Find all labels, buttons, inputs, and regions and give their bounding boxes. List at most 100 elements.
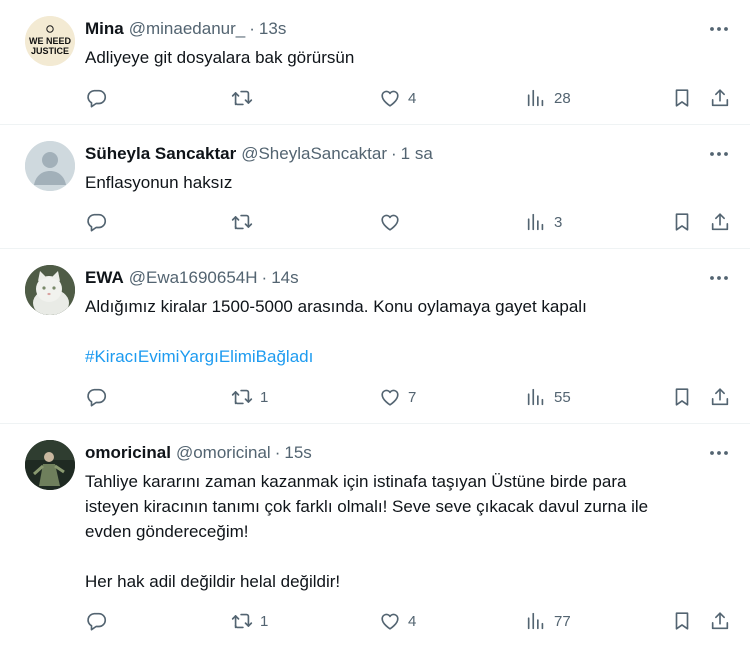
share-icon	[709, 610, 731, 632]
more-icon[interactable]	[708, 17, 730, 41]
reply-icon	[86, 386, 108, 408]
reply-icon	[86, 610, 108, 632]
views-icon	[525, 610, 547, 632]
display-name[interactable]: Mina	[85, 19, 124, 39]
more-icon[interactable]	[708, 142, 730, 166]
action-bar: 3	[0, 207, 750, 237]
reply-button[interactable]	[86, 207, 108, 237]
bookmark-icon	[671, 610, 693, 632]
like-button[interactable]: 4	[379, 83, 416, 113]
more-icon[interactable]	[708, 441, 730, 465]
views-icon	[525, 386, 547, 408]
tweet-text: Enflasyonun haksız	[85, 170, 730, 195]
tweet-text-spacer	[85, 319, 730, 344]
timestamp[interactable]: 1 sa	[401, 144, 433, 164]
tweet-text-line	[85, 544, 730, 569]
view-count: 3	[554, 213, 563, 231]
bookmark-button[interactable]	[671, 207, 693, 237]
like-button[interactable]: 7	[379, 382, 416, 412]
retweet-button[interactable]: 1	[231, 606, 268, 636]
avatar-justice-image: WE NEED JUSTICE	[25, 16, 75, 66]
views-button[interactable]: 77	[525, 606, 571, 636]
bookmark-button[interactable]	[671, 83, 693, 113]
display-name[interactable]: EWA	[85, 268, 124, 288]
tweet-header: Süheyla Sancaktar @SheylaSancaktar · 1 s…	[85, 142, 433, 166]
tweet[interactable]: omoricinal @omoricinal · 15s Tahliye kar…	[0, 424, 750, 649]
avatar[interactable]: WE NEED JUSTICE	[25, 16, 75, 66]
tweet[interactable]: WE NEED JUSTICE Mina @minaedanur_ · 13s …	[0, 0, 750, 125]
tweet[interactable]: Süheyla Sancaktar @SheylaSancaktar · 1 s…	[0, 125, 750, 249]
reply-button[interactable]	[86, 83, 108, 113]
avatar[interactable]	[25, 265, 75, 315]
avatar[interactable]	[25, 141, 75, 191]
retweet-button[interactable]	[231, 83, 260, 113]
views-icon	[525, 87, 547, 109]
reply-icon	[86, 87, 108, 109]
tweet-text-line: Aldığımız kiralar 1500-5000 arasında. Ko…	[85, 297, 587, 316]
action-bar: 1 7 55	[0, 382, 750, 412]
tweet-text-line: isteyen kiracının tanımı çok farklı olma…	[85, 497, 649, 516]
retweet-count: 1	[260, 388, 269, 406]
tweet-text: Aldığımız kiralar 1500-5000 arasında. Ko…	[85, 294, 730, 369]
retweet-button[interactable]	[231, 207, 260, 237]
svg-text:WE NEED: WE NEED	[29, 36, 72, 46]
retweet-icon	[231, 610, 253, 632]
bookmark-button[interactable]	[671, 382, 693, 412]
retweet-count: 1	[260, 612, 269, 630]
share-button[interactable]	[709, 606, 731, 636]
like-icon	[379, 211, 401, 233]
action-bar: 1 4 77	[0, 606, 750, 636]
tweet-text-line: Adliyeye git dosyalara bak görürsün	[85, 48, 355, 67]
user-handle[interactable]: @SheylaSancaktar	[241, 144, 387, 164]
share-button[interactable]	[709, 382, 731, 412]
retweet-icon	[231, 386, 253, 408]
tweet-text: Tahliye kararını zaman kazanmak için ist…	[85, 469, 730, 594]
avatar-photo-image	[25, 440, 75, 490]
bookmark-icon	[671, 87, 693, 109]
reply-button[interactable]	[86, 382, 108, 412]
tweet[interactable]: EWA @Ewa1690654H · 14s Aldığımız kiralar…	[0, 249, 750, 424]
tweet-text-line: Enflasyonun haksız	[85, 173, 233, 192]
bookmark-button[interactable]	[671, 606, 693, 636]
like-icon	[379, 386, 401, 408]
avatar[interactable]	[25, 440, 75, 490]
tweet-text-line: Tahliye kararını zaman kazanmak için ist…	[85, 472, 627, 491]
views-button[interactable]: 3	[525, 207, 562, 237]
separator-dot: ·	[261, 268, 268, 287]
like-icon	[379, 610, 401, 632]
tweet-text-line: Her hak adil değildir helal değildir!	[85, 572, 341, 591]
tweet-text-line: evden göndereceğim!	[85, 522, 249, 541]
share-button[interactable]	[709, 83, 731, 113]
views-button[interactable]: 55	[525, 382, 571, 412]
separator-dot: ·	[274, 443, 281, 462]
like-button[interactable]: 4	[379, 606, 416, 636]
view-count: 55	[554, 388, 571, 406]
like-count: 4	[408, 89, 417, 107]
user-handle[interactable]: @minaedanur_	[129, 19, 246, 39]
reply-icon	[86, 211, 108, 233]
timestamp[interactable]: 14s	[271, 268, 298, 288]
timestamp[interactable]: 13s	[259, 19, 286, 39]
share-icon	[709, 211, 731, 233]
like-count: 7	[408, 388, 417, 406]
tweet-header: EWA @Ewa1690654H · 14s	[85, 266, 299, 290]
views-button[interactable]: 28	[525, 83, 571, 113]
share-button[interactable]	[709, 207, 731, 237]
more-icon[interactable]	[708, 266, 730, 290]
like-button[interactable]	[379, 207, 408, 237]
tweet-header: omoricinal @omoricinal · 15s	[85, 441, 312, 465]
timestamp[interactable]: 15s	[284, 443, 311, 463]
hashtag-link[interactable]: #KiracıEvimiYargıElimiBağladı	[85, 344, 730, 369]
share-icon	[709, 386, 731, 408]
reply-button[interactable]	[86, 606, 108, 636]
bookmark-icon	[671, 386, 693, 408]
separator-dot: ·	[249, 19, 255, 38]
action-bar: 4 28	[0, 83, 750, 113]
user-handle[interactable]: @Ewa1690654H	[129, 268, 258, 288]
user-handle[interactable]: @omoricinal	[176, 443, 271, 463]
avatar-cat-image	[25, 265, 75, 315]
like-icon	[379, 87, 401, 109]
display-name[interactable]: Süheyla Sancaktar	[85, 144, 236, 164]
retweet-button[interactable]: 1	[231, 382, 268, 412]
display-name[interactable]: omoricinal	[85, 443, 171, 463]
